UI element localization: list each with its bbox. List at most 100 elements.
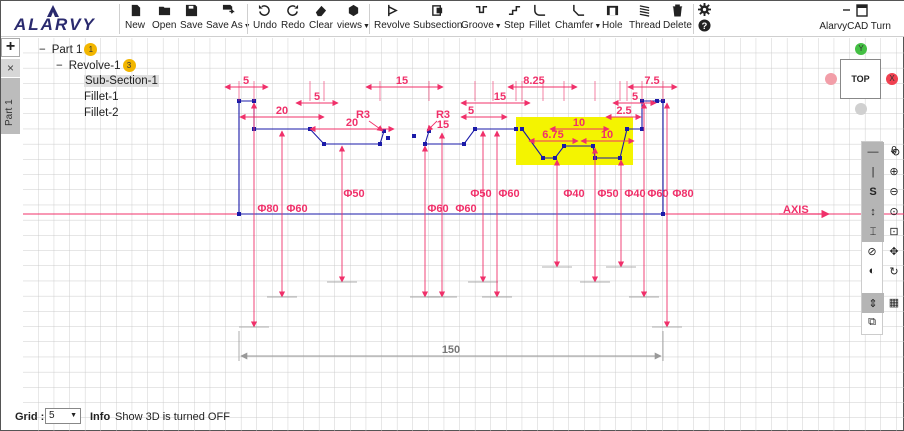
cube-face-top[interactable]: TOP xyxy=(840,59,881,99)
fillet-button[interactable]: Fillet xyxy=(529,4,550,34)
snap-tool[interactable]: S xyxy=(862,182,884,202)
zoom-out-icon[interactable]: ⊖ xyxy=(883,181,904,201)
left-rail: + × Part 1 xyxy=(1,38,20,138)
x-axis-dot[interactable]: X xyxy=(886,73,898,85)
step-label: Step xyxy=(504,20,525,31)
zoom-window-icon[interactable]: ⊡ xyxy=(883,221,904,241)
new-label: New xyxy=(125,20,146,31)
collapse-toggle-icon: − xyxy=(56,59,63,72)
diameter-label: Φ60 xyxy=(498,188,519,200)
svg-text:?: ? xyxy=(702,21,708,31)
new-button[interactable]: New xyxy=(125,4,145,34)
diameter-label: Φ40 xyxy=(624,188,645,200)
neg-y-axis-dot[interactable] xyxy=(855,103,867,115)
y-axis-dot[interactable]: Y xyxy=(855,43,867,55)
drawing-canvas[interactable]: AXIS 5 20 5 15 20 5 15 8.25 6.75 10 10 2.5 5 7.5 R3 R3 1… xyxy=(23,38,904,431)
redo-button[interactable]: Redo xyxy=(281,4,305,34)
thread-label: Thread xyxy=(629,20,661,31)
save-as-button[interactable]: Save As▼ xyxy=(206,4,251,34)
tree-item-fillet-2[interactable]: Fillet-2 xyxy=(84,107,119,119)
diameter-label: Φ50 xyxy=(597,188,618,200)
vertical-dimension-icon[interactable]: ↕ xyxy=(862,202,884,222)
subsection-button[interactable]: Subsection xyxy=(413,4,462,34)
view-cube[interactable]: Y X TOP xyxy=(823,42,903,120)
tab-part-1[interactable]: Part 1 xyxy=(1,78,20,134)
folder-open-icon xyxy=(158,6,170,16)
chevron-down-icon: ▼ xyxy=(594,23,602,30)
undo-button[interactable]: Undo xyxy=(253,4,277,34)
vertical-line-tool[interactable]: | xyxy=(862,162,884,182)
tree-item-fillet-1[interactable]: Fillet-1 xyxy=(84,91,119,103)
close-icon[interactable]: × xyxy=(1,59,20,77)
window-icon xyxy=(843,4,868,17)
chamfer-button[interactable]: Chamfer▼ xyxy=(555,4,601,34)
dimension-label: 5 xyxy=(468,105,474,117)
sketch-svg[interactable]: AXIS 520515205158.256.7510102.557.5R3 R31… xyxy=(23,38,904,431)
revolve-label: Revolve xyxy=(374,20,411,31)
diameter-label: Φ60 xyxy=(286,203,307,215)
dimension-label: 7.5 xyxy=(644,75,659,87)
contrast-icon[interactable]: ◐ xyxy=(861,261,883,281)
tree-part-label: Part 1 xyxy=(51,43,83,56)
floppy-save-icon xyxy=(185,4,197,17)
neg-x-axis-dot[interactable] xyxy=(825,73,837,85)
fillet-icon xyxy=(534,4,546,16)
dimension-label: 8.25 xyxy=(523,75,544,87)
diameter-label: Φ60 xyxy=(647,188,668,200)
view-tools-column: θ ⊕ ⊖ ⊙ ⊡ ✥ ↻ ▦ xyxy=(883,141,904,335)
total-length-label: 150 xyxy=(442,344,460,356)
chevron-down-icon: ▼ xyxy=(494,23,502,30)
horizontal-line-tool[interactable]: — xyxy=(862,142,884,162)
delete-button[interactable]: Delete xyxy=(663,4,692,34)
clear-button[interactable]: Clear xyxy=(309,4,333,34)
views-button[interactable]: views▼ xyxy=(337,4,370,34)
refresh-icon[interactable]: ↻ xyxy=(883,261,904,281)
save-as-icon xyxy=(222,4,235,14)
redo-icon xyxy=(287,4,299,16)
tree-item-revolve[interactable]: − Revolve-1 3 xyxy=(56,59,136,72)
clear-label: Clear xyxy=(309,20,333,31)
add-part-button[interactable]: + xyxy=(1,38,20,57)
thread-button[interactable]: Thread xyxy=(629,4,661,34)
diameter-label: Φ60 xyxy=(427,203,448,215)
tree-item-part[interactable]: − Part 1 1 xyxy=(39,43,98,56)
pan-icon[interactable]: ✥ xyxy=(883,241,904,261)
delete-label: Delete xyxy=(663,20,692,31)
hide-icon[interactable]: ⊘ xyxy=(861,241,883,261)
revolve-icon xyxy=(387,4,398,17)
zoom-in-icon[interactable]: ⊕ xyxy=(883,161,904,181)
tree-item-subsection[interactable]: Sub-Section-1 xyxy=(84,75,159,87)
count-badge: 3 xyxy=(122,59,136,72)
grid-size-select[interactable]: 5 ▼ xyxy=(45,408,81,424)
gear-icon xyxy=(698,3,711,16)
dimension-label: 15 xyxy=(396,75,408,87)
tree-revolve-label: Revolve-1 xyxy=(68,59,121,72)
zoom-fit-icon[interactable]: ⊙ xyxy=(883,201,904,221)
groove-button[interactable]: Groove▼ xyxy=(461,4,502,34)
separator xyxy=(693,4,694,34)
alarvy-logo: ALARVY xyxy=(13,5,94,34)
revolve-button[interactable]: Revolve xyxy=(374,4,410,34)
groove-label: Groove xyxy=(461,20,494,31)
axis-label: AXIS xyxy=(783,204,809,216)
save-button[interactable]: Save xyxy=(180,4,203,34)
grid-icon[interactable]: ▦ xyxy=(883,292,904,312)
step-button[interactable]: Step xyxy=(504,4,525,34)
diameter-label: Φ60 xyxy=(455,203,476,215)
dimension-label: 10 xyxy=(573,117,585,129)
dimension-label: 10 xyxy=(601,129,613,141)
chamfer-icon xyxy=(572,4,584,16)
dimension-label: 2.5 xyxy=(616,105,631,117)
orbit-icon[interactable]: θ xyxy=(883,141,904,161)
fillet-label: Fillet xyxy=(529,20,551,31)
hole-button[interactable]: Hole xyxy=(602,4,623,34)
dimension-label: 5 xyxy=(632,91,638,103)
layers-icon[interactable]: ⧉ xyxy=(861,312,883,332)
chamfer-label: Chamfer xyxy=(555,20,594,31)
diameter-label: Φ50 xyxy=(343,188,364,200)
trash-icon xyxy=(672,4,683,17)
open-button[interactable]: Open xyxy=(152,4,176,34)
horizontal-dimension-icon[interactable]: ⌶ xyxy=(862,222,884,242)
product-brand: AlarvyCAD Turn xyxy=(819,4,891,32)
views-label: views xyxy=(337,20,363,31)
